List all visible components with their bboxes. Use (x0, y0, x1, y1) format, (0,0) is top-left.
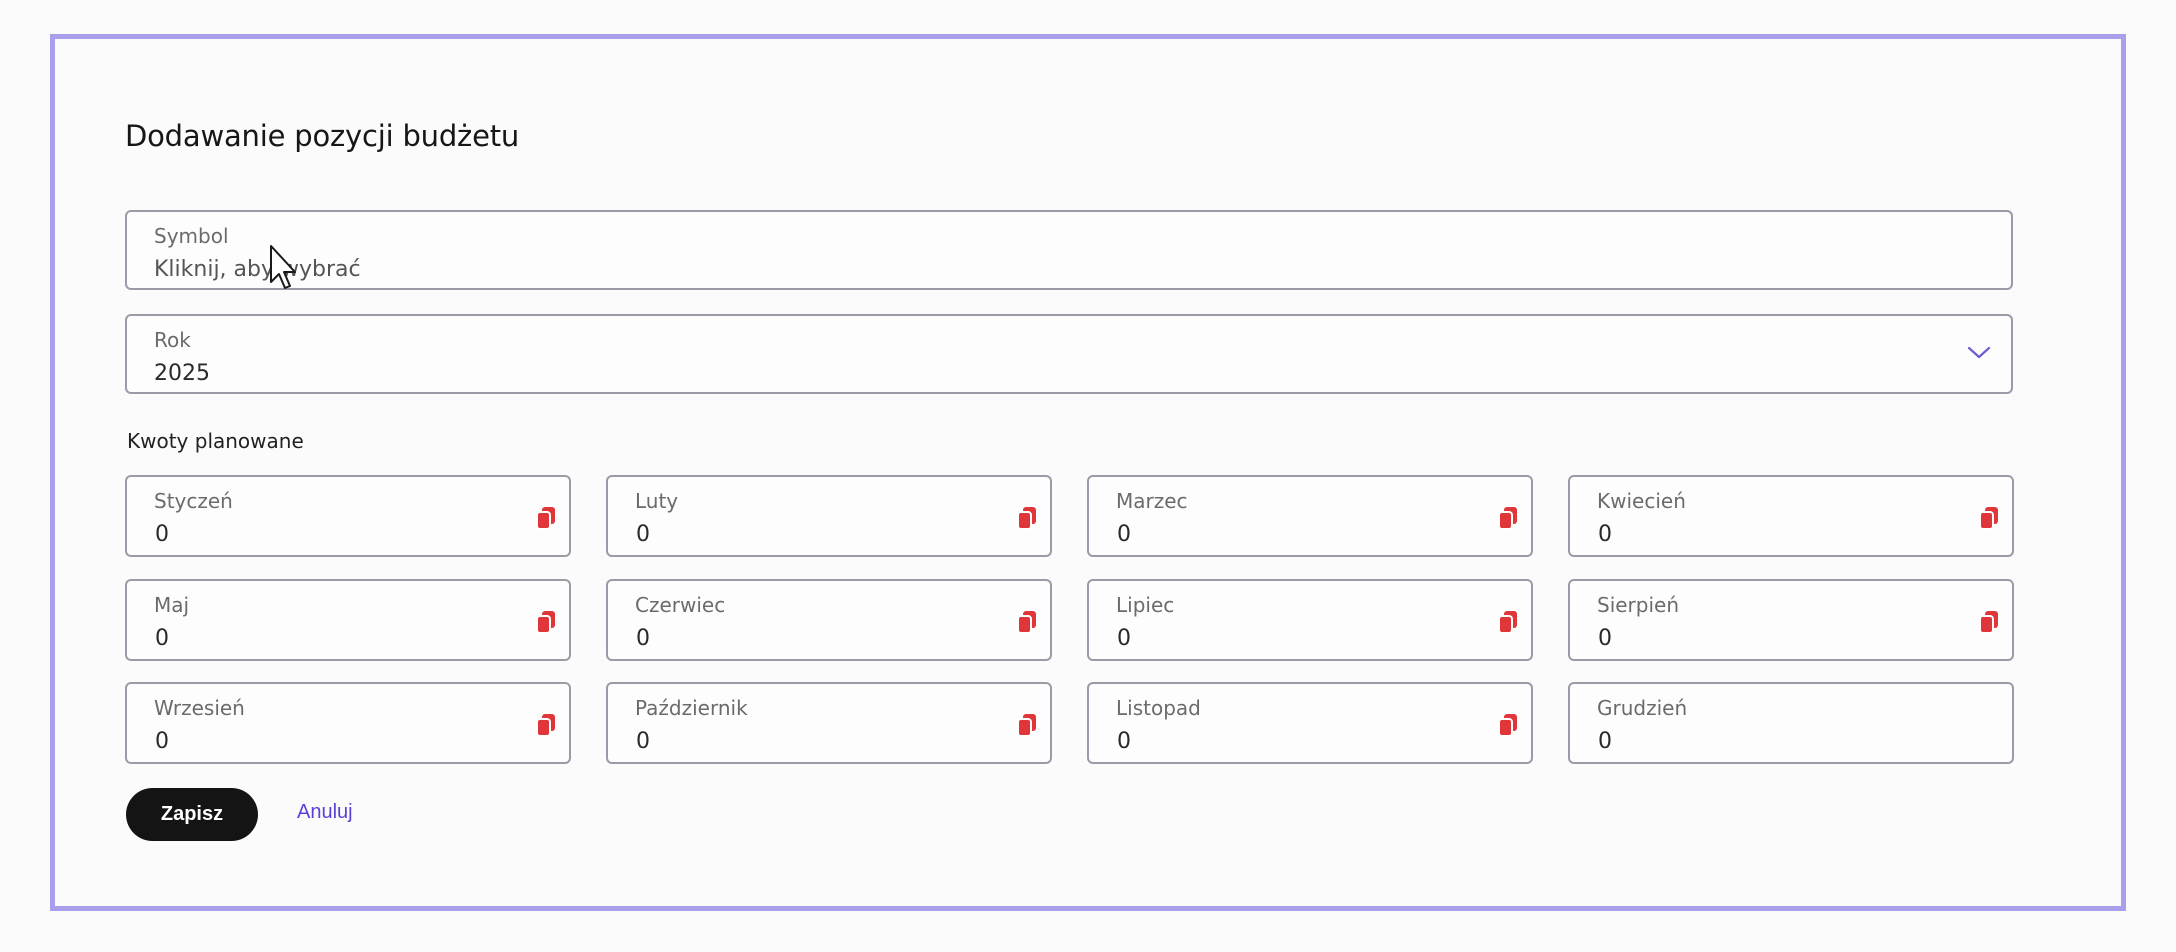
month-field[interactable]: Kwiecień 0 (1568, 475, 2014, 557)
cancel-link[interactable]: Anuluj (297, 801, 353, 824)
year-select-value: 2025 (154, 361, 210, 386)
page-title: Dodawanie pozycji budżetu (125, 119, 520, 153)
month-field-label: Marzec (1116, 489, 1188, 513)
month-field-label: Październik (635, 696, 748, 720)
month-field-label: Grudzień (1597, 696, 1688, 720)
copy-icon[interactable] (1016, 712, 1038, 738)
month-field-value[interactable]: 0 (636, 729, 650, 754)
month-field-label: Styczeń (154, 489, 233, 513)
month-field[interactable]: Październik 0 (606, 682, 1052, 764)
copy-icon[interactable] (535, 609, 557, 635)
month-field[interactable]: Wrzesień 0 (125, 682, 571, 764)
month-field-label: Kwiecień (1597, 489, 1686, 513)
copy-icon[interactable] (1978, 609, 2000, 635)
year-select-label: Rok (154, 328, 191, 352)
copy-icon[interactable] (535, 712, 557, 738)
copy-icon[interactable] (1497, 712, 1519, 738)
copy-icon[interactable] (1016, 505, 1038, 531)
month-field[interactable]: Grudzień 0 (1568, 682, 2014, 764)
month-field-value[interactable]: 0 (1117, 729, 1131, 754)
month-field-label: Czerwiec (635, 593, 726, 617)
month-field-value[interactable]: 0 (155, 729, 169, 754)
month-field[interactable]: Marzec 0 (1087, 475, 1533, 557)
save-button[interactable]: Zapisz (126, 788, 258, 841)
month-field-label: Maj (154, 593, 190, 617)
form-panel: Dodawanie pozycji budżetu Symbol Kliknij… (50, 34, 2126, 911)
copy-icon[interactable] (1978, 505, 2000, 531)
copy-icon[interactable] (1016, 609, 1038, 635)
month-field-value[interactable]: 0 (1117, 626, 1131, 651)
year-select[interactable]: Rok 2025 (125, 314, 2013, 394)
month-field-value[interactable]: 0 (636, 626, 650, 651)
symbol-field-placeholder: Kliknij, aby wybrać (154, 257, 361, 282)
copy-icon[interactable] (535, 505, 557, 531)
planned-amounts-label: Kwoty planowane (127, 429, 304, 453)
month-field-label: Lipiec (1116, 593, 1175, 617)
month-field-value[interactable]: 0 (155, 626, 169, 651)
copy-icon[interactable] (1497, 505, 1519, 531)
month-field-label: Wrzesień (154, 696, 245, 720)
chevron-down-icon[interactable] (1965, 342, 1993, 362)
mouse-cursor-icon (270, 245, 296, 289)
month-field-label: Sierpień (1597, 593, 1680, 617)
month-field-value[interactable]: 0 (636, 522, 650, 547)
month-field-value[interactable]: 0 (155, 522, 169, 547)
month-field[interactable]: Czerwiec 0 (606, 579, 1052, 661)
month-field[interactable]: Styczeń 0 (125, 475, 571, 557)
month-field[interactable]: Maj 0 (125, 579, 571, 661)
month-field[interactable]: Listopad 0 (1087, 682, 1533, 764)
symbol-field[interactable]: Symbol Kliknij, aby wybrać (125, 210, 2013, 290)
symbol-field-label: Symbol (154, 224, 229, 248)
copy-icon[interactable] (1497, 609, 1519, 635)
month-field-value[interactable]: 0 (1117, 522, 1131, 547)
month-field-value[interactable]: 0 (1598, 522, 1612, 547)
month-field-label: Listopad (1116, 696, 1201, 720)
month-field-label: Luty (635, 489, 679, 513)
month-field[interactable]: Luty 0 (606, 475, 1052, 557)
month-field-value[interactable]: 0 (1598, 729, 1612, 754)
month-field-value[interactable]: 0 (1598, 626, 1612, 651)
month-field[interactable]: Sierpień 0 (1568, 579, 2014, 661)
month-field[interactable]: Lipiec 0 (1087, 579, 1533, 661)
